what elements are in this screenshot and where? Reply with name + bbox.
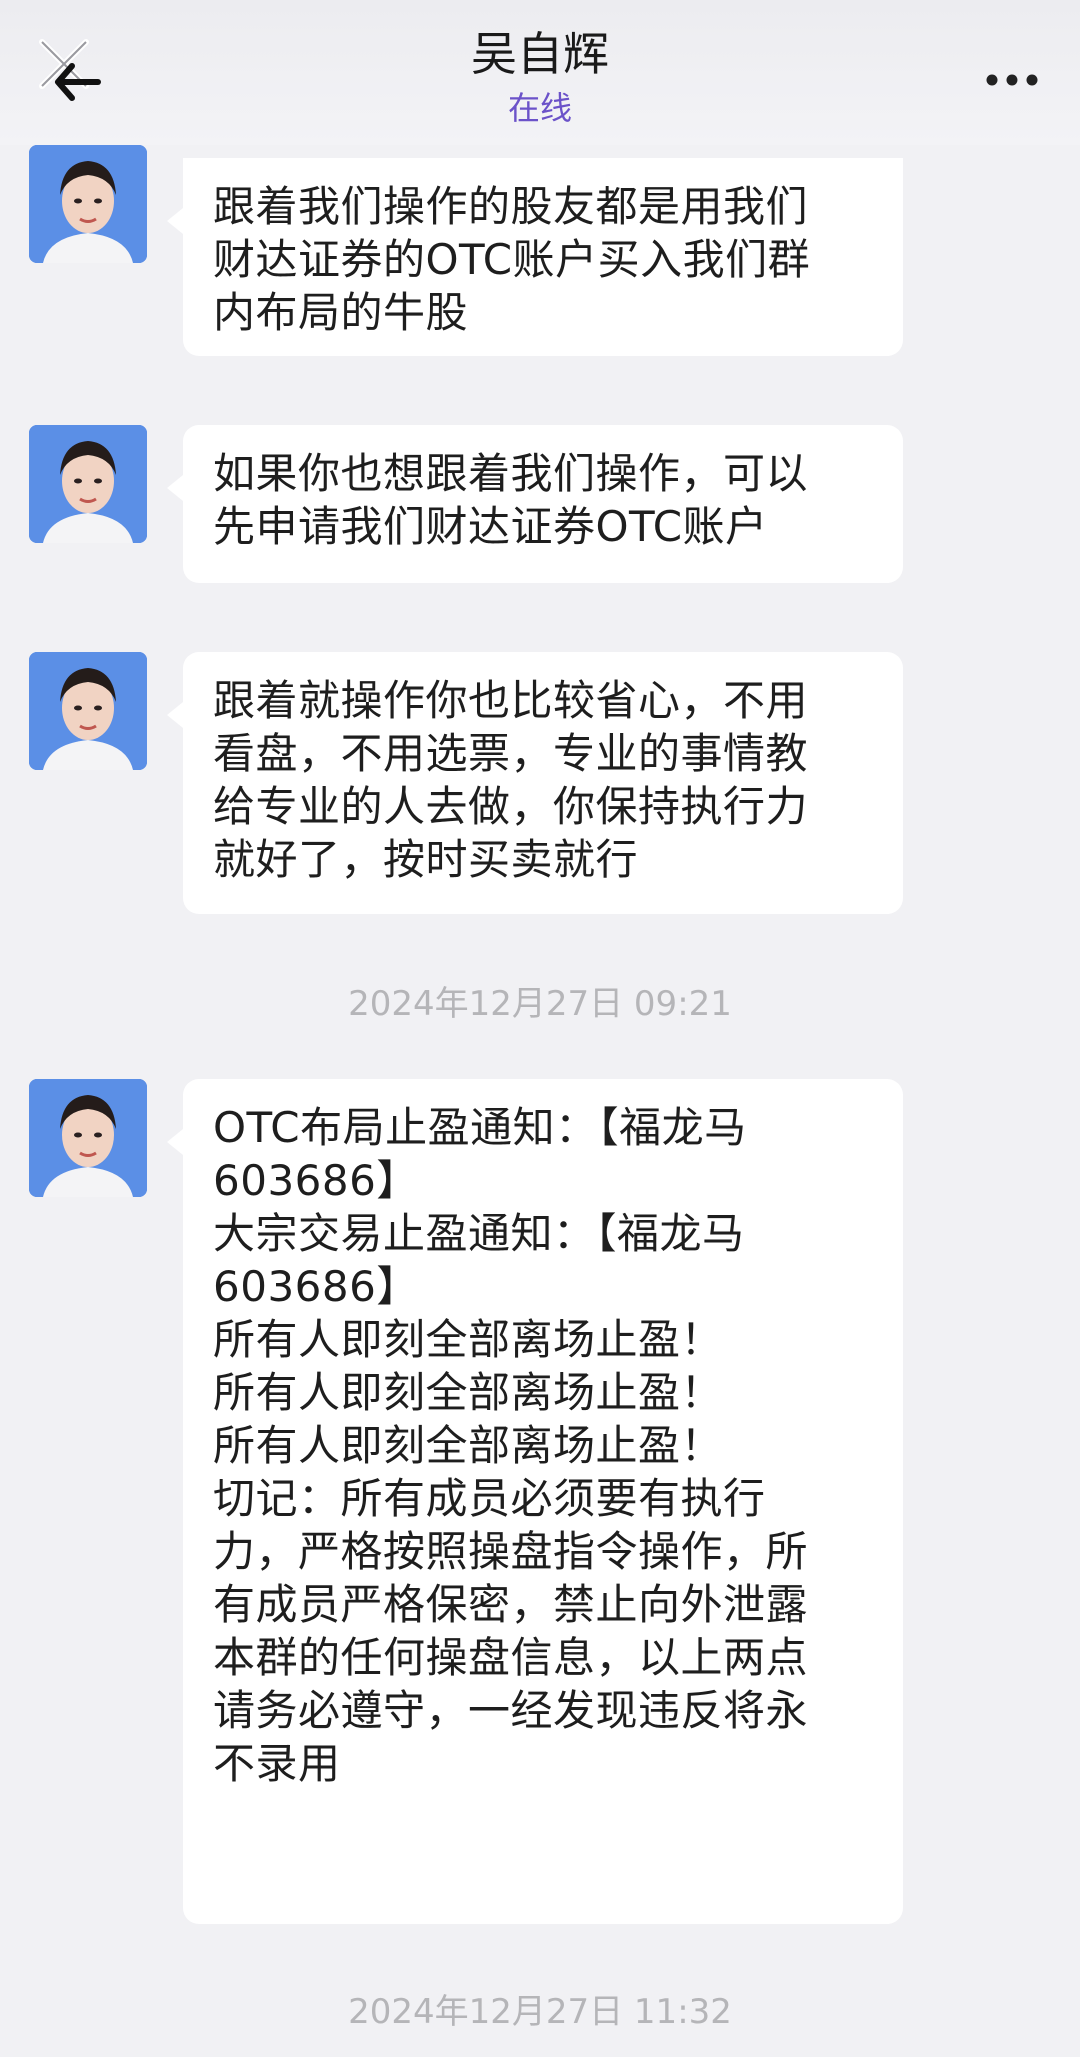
online-status: 在线 [507, 89, 572, 127]
avatar[interactable] [29, 652, 147, 770]
message-text: OTC布局止盈通知：【福龙马 603686】 大宗交易止盈通知：【福龙马 603… [213, 1103, 809, 1788]
contact-name: 吴自辉 [471, 27, 609, 81]
more-dots-icon[interactable] [984, 70, 1040, 90]
timestamp: 2024年12月27日 11:32 [348, 1992, 732, 2032]
message-text: 跟着我们操作的股友都是用我们 财达证券的OTC账户买入我们群 内布局的牛股 [213, 182, 811, 337]
avatar[interactable] [29, 425, 147, 543]
chat-header: 吴自辉 在线 [0, 0, 1080, 145]
message-bubble[interactable]: OTC布局止盈通知：【福龙马 603686】 大宗交易止盈通知：【福龙马 603… [167, 1079, 903, 1924]
message-text: 如果你也想跟着我们操作，可以 先申请我们财达证券OTC账户 [213, 449, 809, 551]
message-text: 跟着就操作你也比较省心，不用 看盘，不用选票，专业的事情教 给专业的人去做，你保… [213, 676, 809, 884]
avatar[interactable] [29, 145, 147, 263]
timestamp: 2024年12月27日 09:21 [348, 984, 732, 1024]
message-bubble[interactable]: 如果你也想跟着我们操作，可以 先申请我们财达证券OTC账户 [167, 425, 903, 583]
message-bubble[interactable]: 跟着我们操作的股友都是用我们 财达证券的OTC账户买入我们群 内布局的牛股 [167, 158, 903, 356]
avatar[interactable] [29, 1079, 147, 1197]
message-bubble[interactable]: 跟着就操作你也比较省心，不用 看盘，不用选票，专业的事情教 给专业的人去做，你保… [167, 652, 903, 914]
